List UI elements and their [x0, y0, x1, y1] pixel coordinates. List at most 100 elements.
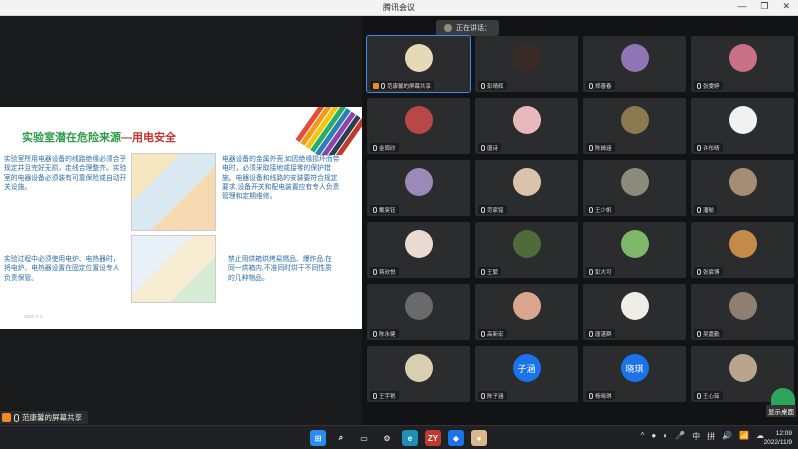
avatar-app-icon[interactable]: ●: [471, 430, 487, 446]
participant-name: 许彤晴: [703, 145, 720, 152]
participant-avatar: [404, 168, 433, 196]
participant-nameplate: 王少帆: [586, 205, 615, 214]
participant-nameplate: 张雯婷: [694, 81, 723, 90]
participant-tile[interactable]: 彭晴辉: [475, 36, 578, 92]
search-icon[interactable]: ⌕: [333, 430, 349, 446]
tray-icon[interactable]: ◐: [663, 431, 668, 442]
slide-title: 实验室潜在危险来源—用电安全: [22, 129, 176, 145]
tray-icon[interactable]: ●: [651, 431, 656, 442]
participant-tile[interactable]: 潘航: [691, 160, 794, 216]
clock[interactable]: 12:09 2022/11/9: [764, 429, 792, 447]
participant-name: 陈子涵: [487, 393, 504, 400]
mic-icon: [589, 392, 593, 399]
participant-avatar: [620, 168, 649, 196]
zy-icon[interactable]: ZY: [425, 430, 441, 446]
tray-icon[interactable]: 📶: [739, 431, 749, 442]
mic-icon: [697, 82, 701, 89]
mic-icon: [697, 268, 701, 275]
participant-tile[interactable]: 高新宏: [475, 284, 578, 340]
mic-icon: [697, 330, 701, 337]
participant-tile[interactable]: 唐湛群: [583, 284, 686, 340]
participant-name: 王宇艳: [379, 393, 396, 400]
desktop-icon: [771, 388, 795, 406]
participant-tile[interactable]: 王少帆: [583, 160, 686, 216]
participant-nameplate: 唐诗: [478, 143, 502, 152]
meeting-icon[interactable]: ◆: [448, 430, 464, 446]
shared-slide: 实验室潜在危险来源—用电安全 实验室所用电器设备的线路绝缘必须合乎规定并且完好无…: [0, 107, 362, 329]
tray-icon[interactable]: 🎤: [675, 431, 685, 442]
windows-icon[interactable]: ⊞: [310, 430, 326, 446]
participant-tile[interactable]: 张雯婷: [691, 36, 794, 92]
participant-avatar: [728, 168, 757, 196]
mic-icon: [373, 392, 377, 399]
participant-nameplate: 高新宏: [478, 329, 507, 338]
presenter-tag: 范康馨的屏幕共享: [0, 411, 88, 424]
participant-tile[interactable]: 吴嘉勤: [691, 284, 794, 340]
participant-tile[interactable]: 戴旻钰: [367, 160, 470, 216]
slide-title-sub: —用电安全: [121, 132, 176, 144]
participant-tile[interactable]: 彭大可: [583, 222, 686, 278]
participant-tile[interactable]: 唐诗: [475, 98, 578, 154]
participant-name: 潘航: [703, 207, 715, 214]
participant-avatar: 晓琪: [620, 354, 649, 382]
participant-nameplate: 王心茹: [694, 391, 723, 400]
minimize-button[interactable]: —: [737, 1, 746, 12]
participant-tile[interactable]: 范康馨的屏幕共享: [366, 35, 471, 93]
presenter-label: 范康馨的屏幕共享: [22, 413, 82, 422]
participant-tile[interactable]: 蒋欣悦: [367, 222, 470, 278]
participant-tile[interactable]: 王繁: [475, 222, 578, 278]
participant-name: 唐湛群: [595, 331, 612, 338]
participant-nameplate: 陈嫣涵: [586, 143, 615, 152]
edge-icon[interactable]: e: [402, 430, 418, 446]
participant-avatar: [512, 44, 541, 72]
participant-tile[interactable]: 陈永健: [367, 284, 470, 340]
participant-name: 高新宏: [487, 331, 504, 338]
participant-avatar: [404, 292, 433, 320]
slide-paragraph-2: 电器设备的金属外壳,如因绝缘损坏而带电时，必须采取接地或接零的保护措施。电器设备…: [222, 156, 340, 201]
participant-tile[interactable]: 郑善春: [583, 36, 686, 92]
mic-icon: [373, 268, 377, 275]
mic-icon: [589, 268, 593, 275]
participant-tile[interactable]: 金周欣: [367, 98, 470, 154]
participant-name: 吴嘉勤: [703, 331, 720, 338]
show-desktop-label: 显示桌面: [766, 405, 796, 417]
participant-name: 范家铭: [487, 207, 504, 214]
tray-icon[interactable]: 中: [692, 431, 700, 442]
mic-icon: [589, 144, 593, 151]
participant-tile[interactable]: 许彤晴: [691, 98, 794, 154]
participant-tile[interactable]: 子涵 陈子涵: [475, 346, 578, 402]
participant-nameplate: 王繁: [478, 267, 502, 276]
participant-nameplate: 杨晓琪: [586, 391, 615, 400]
mic-icon: [381, 82, 385, 89]
mic-icon: [589, 82, 593, 89]
settings-icon[interactable]: ⚙: [379, 430, 395, 446]
participant-tile[interactable]: 范家铭: [475, 160, 578, 216]
mic-icon: [481, 206, 485, 213]
participant-nameplate: 陈永健: [370, 329, 399, 338]
participant-nameplate: 彭大可: [586, 267, 615, 276]
maximize-button[interactable]: ❐: [760, 1, 768, 12]
tray-icon[interactable]: 🔊: [722, 431, 732, 442]
tray-icon[interactable]: 拼: [707, 431, 715, 442]
participant-tile[interactable]: 张宸博: [691, 222, 794, 278]
window-titlebar: 腾讯会议 — ❐ ✕: [0, 0, 798, 16]
participant-name: 彭大可: [595, 269, 612, 276]
participant-avatar: [404, 106, 433, 134]
taskview-icon[interactable]: ▭: [356, 430, 372, 446]
participant-name: 张雯婷: [703, 83, 720, 90]
participant-name: 郑善春: [595, 83, 612, 90]
participant-avatar: [728, 230, 757, 258]
participant-name: 蒋欣悦: [379, 269, 396, 276]
participant-tile[interactable]: 王宇艳: [367, 346, 470, 402]
mic-icon: [697, 144, 701, 151]
mic-icon: [697, 206, 701, 213]
screen-share-icon: [2, 413, 11, 422]
close-button[interactable]: ✕: [782, 1, 790, 12]
participant-tile[interactable]: 陈嫣涵: [583, 98, 686, 154]
participant-tile[interactable]: 晓琪 杨晓琪: [583, 346, 686, 402]
tray-icon[interactable]: ^: [641, 431, 645, 442]
participant-nameplate: 金周欣: [370, 143, 399, 152]
participant-name: 戴旻钰: [379, 207, 396, 214]
show-desktop-button[interactable]: 显示桌面: [766, 388, 798, 417]
participant-nameplate: 吴嘉勤: [694, 329, 723, 338]
